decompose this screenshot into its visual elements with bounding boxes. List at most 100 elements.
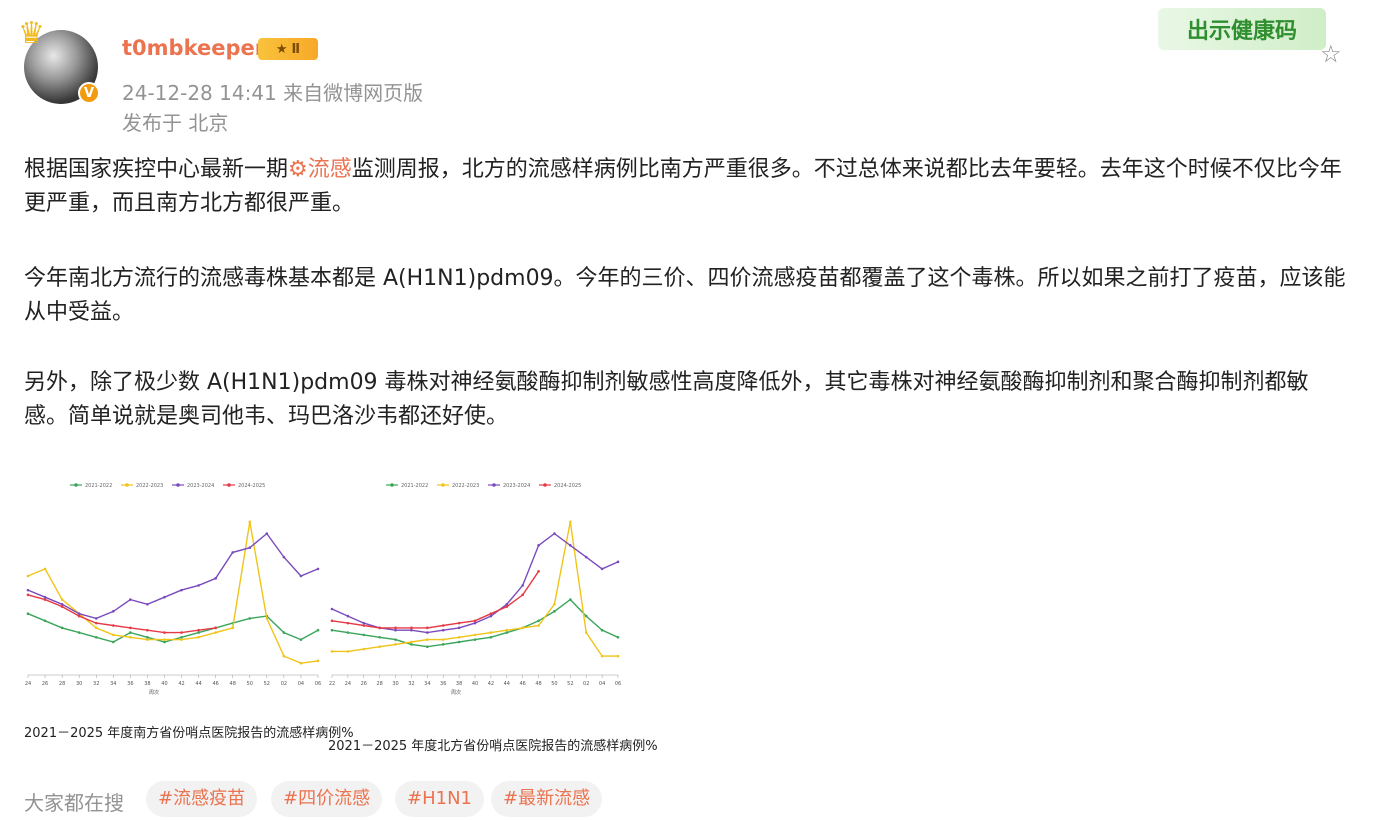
data-point (537, 569, 540, 573)
data-point (180, 635, 183, 639)
data-point (584, 555, 588, 559)
data-point (473, 621, 477, 625)
data-point (163, 631, 166, 634)
data-point (146, 638, 149, 641)
data-point (77, 614, 81, 618)
data-point (473, 633, 477, 637)
data-point (489, 612, 493, 616)
data-point (600, 628, 604, 632)
data-point (129, 598, 132, 601)
post-paragraph-3: 另外，除了极少数 A(H1N1)pdm09 毒株对神经氨酸酶抑制剂敏感性高度降低… (24, 370, 1309, 429)
legend-marker (492, 483, 496, 487)
weibo-post: ♛ V t0mbkeeper ★ Ⅱ 24-12-28 14:41 来自微博网页… (0, 0, 1374, 820)
data-point (457, 621, 461, 625)
data-point (282, 654, 286, 658)
level-text: Ⅱ (291, 41, 301, 57)
data-point (146, 602, 149, 606)
data-point (426, 645, 429, 649)
data-point (26, 588, 30, 592)
x-tick-label: 22 (329, 681, 335, 687)
data-point (94, 621, 98, 625)
chart-image-north[interactable]: 2021-2022 2022-2023 2023-2024 2024-2025 22 24… (328, 470, 624, 750)
x-tick-label: 06 (615, 681, 621, 687)
paragraph-text: 根据国家疾控中心最新一期 (24, 157, 289, 182)
data-point (473, 619, 477, 623)
data-point (426, 626, 429, 630)
data-point (600, 567, 604, 571)
topic-link[interactable]: ⚙流感 (288, 157, 352, 182)
data-point (180, 631, 183, 634)
x-tick-label: 48 (230, 681, 236, 687)
x-tick-label: 32 (408, 681, 414, 687)
star-outline-icon[interactable]: ☆ (1320, 40, 1342, 68)
data-point (394, 643, 397, 646)
data-point (441, 643, 445, 646)
data-point (378, 635, 381, 639)
post-paragraph-2: 今年南北方流行的流感毒株基本都是 A(H1N1)pdm09。今年的三价、四价流感… (24, 266, 1346, 325)
x-tick-label: 30 (76, 681, 82, 687)
data-point (77, 612, 81, 616)
data-point (330, 628, 334, 632)
data-point (43, 598, 47, 601)
data-point (378, 645, 381, 649)
x-axis-label: 周次 (149, 689, 159, 696)
level-badge[interactable]: ★ Ⅱ (258, 38, 318, 60)
data-point (505, 628, 509, 632)
data-point (394, 628, 397, 632)
data-point (214, 631, 217, 634)
topic-label: 流感 (307, 157, 352, 182)
data-point (26, 574, 30, 578)
x-tick-label: 46 (212, 681, 218, 687)
data-point (163, 595, 166, 599)
legend-label: 2024-2025 (238, 483, 265, 489)
legend-marker (74, 483, 78, 487)
username-link[interactable]: t0mbkeeper (122, 36, 265, 60)
data-point (537, 619, 540, 623)
data-point (330, 607, 334, 611)
x-tick-label: 52 (264, 681, 270, 687)
legend-label: 2023-2024 (503, 483, 530, 489)
data-point (505, 631, 509, 634)
data-point (316, 567, 320, 571)
data-point (537, 544, 540, 547)
data-point (111, 624, 115, 627)
post-time-source[interactable]: 24-12-28 14:41 来自微博网页版 (122, 77, 423, 106)
legend-label: 2024-2025 (554, 483, 581, 489)
data-point (330, 650, 334, 653)
data-point (180, 588, 183, 592)
data-point (473, 638, 477, 641)
data-point (299, 574, 303, 578)
x-tick-label: 46 (519, 681, 525, 687)
x-tick-label: 30 (392, 681, 398, 687)
data-point (129, 635, 132, 639)
data-point (316, 659, 320, 663)
health-code-button[interactable]: 出示健康码 (1158, 8, 1326, 50)
chart-image-south[interactable]: 2021-2022 2022-2023 2023-2024 2024-2025 24 26… (24, 470, 324, 750)
hot-search-tag[interactable]: #流感疫苗 (146, 781, 258, 817)
x-tick-label: 38 (144, 681, 150, 687)
data-point (410, 643, 413, 646)
data-point (265, 617, 269, 620)
legend-marker (441, 483, 445, 487)
series-line (27, 594, 216, 634)
data-point (231, 626, 235, 630)
data-point (60, 626, 64, 630)
hot-search-tag[interactable]: #四价流感 (271, 781, 383, 817)
data-point (362, 624, 366, 627)
data-point (26, 593, 30, 597)
chart-caption-south: 2021－2025 年度南方省份哨点医院报告的流感样病例% (24, 726, 354, 741)
hot-search-tag[interactable]: #H1N1 (395, 781, 484, 817)
data-point (77, 631, 81, 634)
x-tick-label: 28 (376, 681, 382, 687)
series-line (27, 532, 319, 620)
data-point (362, 621, 366, 625)
hot-search-tag[interactable]: #最新流感 (491, 781, 603, 817)
verified-v-icon: V (78, 82, 100, 104)
data-point (394, 626, 397, 630)
x-axis-label: 周次 (451, 689, 461, 696)
legend-label: 2023-2024 (187, 483, 214, 489)
data-point (43, 595, 47, 599)
data-point (60, 605, 64, 608)
data-point (214, 577, 217, 580)
level-star-icon: ★ (275, 41, 288, 57)
